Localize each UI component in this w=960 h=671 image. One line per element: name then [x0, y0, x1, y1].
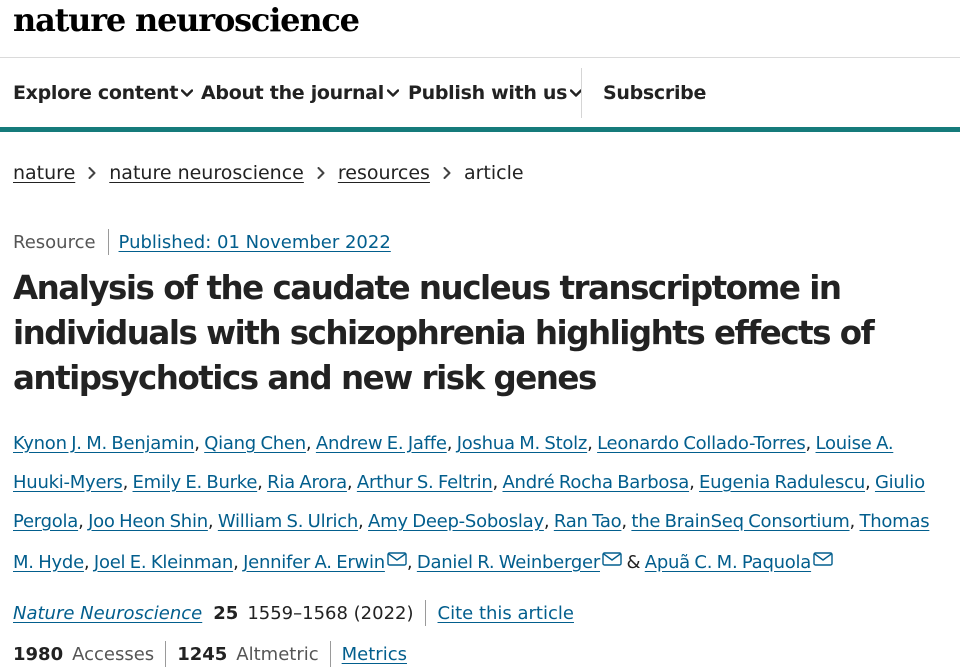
- author-separator: &: [626, 552, 641, 573]
- nav-accent-bar: [0, 127, 960, 132]
- author-link[interactable]: Amy Deep-Soboslay: [368, 511, 544, 532]
- accesses-label: Accesses: [72, 643, 155, 665]
- author-separator: ,: [864, 472, 871, 493]
- author-link[interactable]: André Rocha Barbosa: [502, 472, 689, 493]
- author-link[interactable]: Eugenia Radulescu: [699, 472, 865, 493]
- nav-explore-content-label: Explore content: [13, 81, 179, 104]
- meta-divider: [107, 229, 109, 255]
- breadcrumb-link-nature[interactable]: nature: [13, 162, 75, 184]
- author-list: Kynon J. M. Benjamin, Qiang Chen, Andrew…: [13, 424, 953, 582]
- citation-divider: [424, 600, 426, 626]
- author-separator: ,: [257, 472, 263, 493]
- author-separator: ,: [346, 472, 353, 493]
- chevron-down-icon: [181, 87, 194, 99]
- author-link[interactable]: Arthur S. Feltrin: [357, 472, 493, 493]
- published-date-link[interactable]: Published: 01 November 2022: [119, 232, 391, 253]
- chevron-down-icon: [386, 87, 399, 99]
- author-link[interactable]: William S. Ulrich: [218, 511, 358, 532]
- nav-about-journal-label: About the journal: [201, 81, 384, 104]
- author-link[interactable]: Joel E. Kleinman: [94, 552, 233, 573]
- author-link[interactable]: Ran Tao: [554, 511, 622, 532]
- author-link[interactable]: Leonardo Collado-Torres: [597, 433, 806, 454]
- author-separator: ,: [587, 433, 593, 454]
- author-link[interactable]: Jennifer A. Erwin: [243, 552, 385, 573]
- article-type: Resource: [13, 231, 96, 253]
- author-link[interactable]: Kynon J. M. Benjamin: [13, 433, 194, 454]
- accesses-count: 1980: [13, 643, 64, 665]
- nav-divider: [581, 68, 582, 118]
- metrics-divider: [329, 641, 331, 667]
- author-separator: ,: [358, 511, 364, 532]
- chevron-right-icon: [75, 167, 109, 179]
- author-separator: ,: [849, 511, 856, 532]
- author-link[interactable]: the BrainSeq Consortium: [631, 511, 849, 532]
- site-header: nature neuroscience: [0, 0, 960, 58]
- author-separator: ,: [689, 472, 695, 493]
- metrics-link[interactable]: Metrics: [342, 644, 407, 665]
- cite-this-article-link[interactable]: Cite this article: [438, 603, 574, 624]
- author-separator: ,: [207, 511, 214, 532]
- chevron-right-icon: [430, 167, 464, 179]
- breadcrumb: nature nature neuroscience resources art…: [13, 160, 524, 186]
- journal-name-link[interactable]: Nature Neuroscience: [13, 603, 202, 624]
- envelope-icon[interactable]: [813, 541, 833, 566]
- envelope-icon[interactable]: [387, 541, 407, 566]
- author-separator: ,: [78, 511, 84, 532]
- envelope-icon[interactable]: [602, 541, 622, 566]
- nav-publish-with-us-label: Publish with us: [408, 81, 568, 104]
- author-separator: ,: [194, 433, 200, 454]
- author-separator: ,: [446, 433, 453, 454]
- main-nav: Explore content About the journal Publis…: [0, 58, 960, 127]
- journal-logo[interactable]: nature neuroscience: [13, 0, 360, 42]
- article-title: Analysis of the caudate nucleus transcri…: [13, 269, 875, 397]
- citation-row: Nature Neuroscience 25 1559–1568 (2022) …: [13, 600, 574, 626]
- nav-about-journal[interactable]: About the journal: [201, 58, 399, 127]
- page-range: 1559–1568 (2022): [247, 602, 414, 624]
- breadcrumb-link-journal[interactable]: nature neuroscience: [109, 162, 304, 184]
- author-link[interactable]: Qiang Chen: [204, 433, 306, 454]
- author-link[interactable]: Ria Arora: [267, 472, 347, 493]
- author-link[interactable]: Joo Heon Shin: [88, 511, 208, 532]
- author-separator: ,: [805, 433, 812, 454]
- author-separator: ,: [233, 552, 239, 573]
- metrics-row: 1980 Accesses 1245 Altmetric Metrics: [13, 641, 407, 667]
- altmetric-label: Altmetric: [236, 643, 319, 665]
- metrics-divider: [165, 641, 167, 667]
- author-separator: ,: [543, 511, 550, 532]
- breadcrumb-current: article: [463, 162, 524, 184]
- author-separator: ,: [122, 472, 129, 493]
- volume-number: 25: [213, 602, 239, 624]
- author-link[interactable]: Apuã C. M. Paquola: [645, 552, 812, 573]
- author-separator: ,: [492, 472, 499, 493]
- author-link[interactable]: Joshua M. Stolz: [457, 433, 588, 454]
- author-separator: ,: [621, 511, 627, 532]
- nav-explore-content[interactable]: Explore content: [13, 58, 194, 127]
- author-link[interactable]: Emily E. Burke: [133, 472, 258, 493]
- author-separator: ,: [305, 433, 312, 454]
- nav-publish-with-us[interactable]: Publish with us: [408, 58, 583, 127]
- subscribe-link[interactable]: Subscribe: [603, 58, 706, 127]
- altmetric-count: 1245: [177, 643, 228, 665]
- author-separator: ,: [406, 552, 413, 573]
- breadcrumb-link-resources[interactable]: resources: [338, 162, 430, 184]
- article-meta: Resource Published: 01 November 2022: [13, 229, 391, 255]
- author-link[interactable]: Andrew E. Jaffe: [316, 433, 447, 454]
- author-separator: ,: [83, 552, 90, 573]
- author-link[interactable]: Daniel R. Weinberger: [417, 552, 600, 573]
- chevron-right-icon: [304, 167, 338, 179]
